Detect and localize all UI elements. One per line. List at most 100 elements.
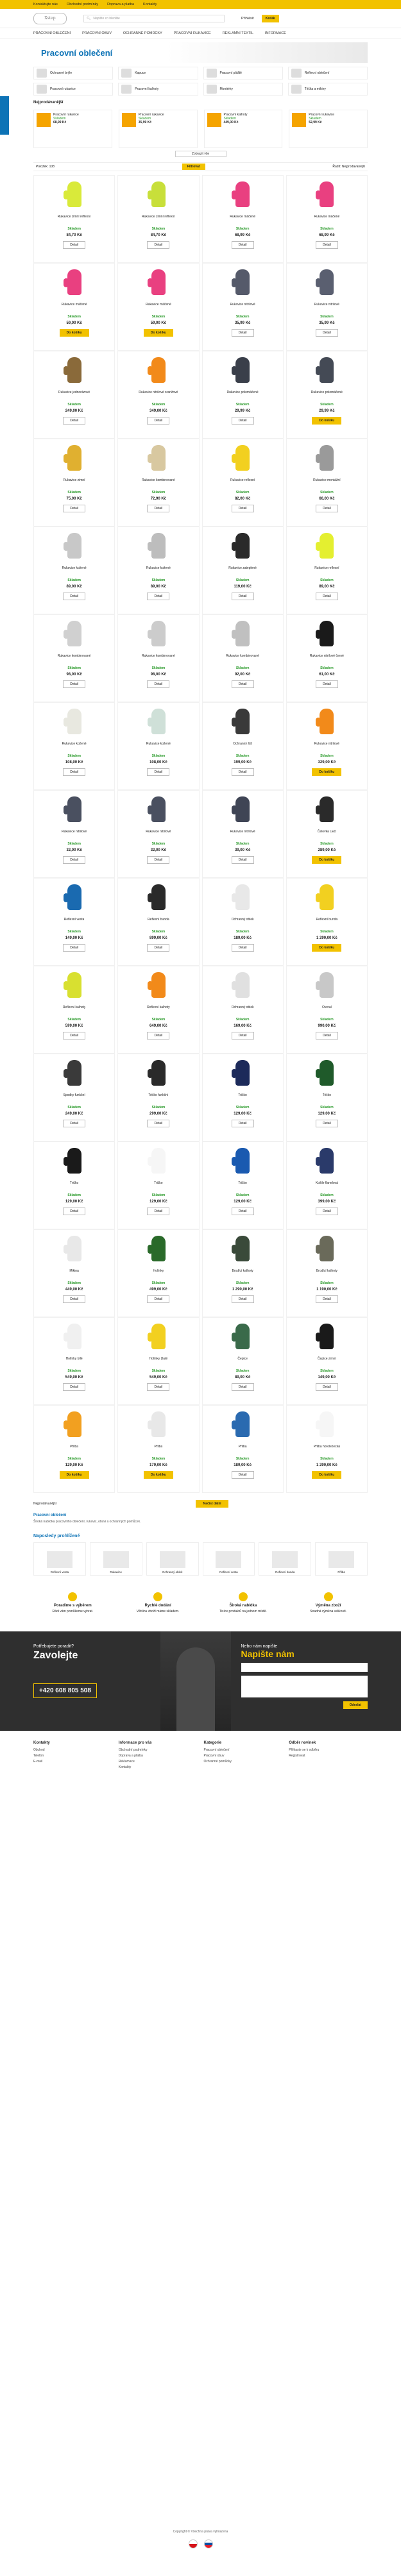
product-image[interactable] bbox=[223, 1320, 262, 1352]
product-image[interactable] bbox=[223, 442, 262, 474]
product-card[interactable]: Rukavice máčené Skladem 59,00 Kč Do košíku bbox=[117, 263, 200, 351]
product-name[interactable]: Čepice bbox=[237, 1356, 248, 1367]
product-image[interactable] bbox=[55, 881, 94, 913]
product-card[interactable]: Rukavice kožené Skladem 89,00 Kč Detail bbox=[33, 526, 115, 614]
product-image[interactable] bbox=[55, 530, 94, 562]
product-image[interactable] bbox=[55, 1233, 94, 1265]
product-card[interactable]: Přilba Skladem 189,00 Kč Detail bbox=[201, 1405, 284, 1493]
product-image[interactable] bbox=[55, 1145, 94, 1177]
detail-button[interactable]: Detail bbox=[147, 505, 170, 512]
add-to-cart-button[interactable]: Do košíku bbox=[143, 1471, 173, 1479]
product-image[interactable] bbox=[139, 705, 178, 737]
detail-button[interactable]: Detail bbox=[231, 505, 254, 512]
detail-button[interactable]: Detail bbox=[147, 1208, 170, 1215]
product-name[interactable]: Tričko bbox=[238, 1093, 246, 1103]
footer-link[interactable]: Registrovat bbox=[289, 1753, 368, 1759]
product-name[interactable]: Rukavice nitrilové bbox=[62, 829, 87, 839]
detail-button[interactable]: Detail bbox=[315, 241, 338, 249]
product-image[interactable] bbox=[307, 530, 346, 562]
product-card[interactable]: Rukavice máčené Skladem 68,99 Kč Detail bbox=[286, 175, 368, 263]
detail-button[interactable]: Detail bbox=[231, 1120, 254, 1127]
detail-button[interactable]: Detail bbox=[147, 856, 170, 864]
detail-button[interactable]: Detail bbox=[315, 1120, 338, 1127]
detail-button[interactable]: Detail bbox=[63, 1383, 86, 1391]
product-card[interactable]: Reflexní kalhoty Skladem 599,00 Kč Detail bbox=[33, 966, 115, 1054]
show-all-button[interactable]: Zobrazit vše bbox=[175, 151, 226, 157]
product-name[interactable]: Rukavice nitrilové oranžové bbox=[139, 390, 178, 400]
product-image[interactable] bbox=[223, 793, 262, 825]
product-name[interactable]: Rukavice zimní bbox=[64, 478, 85, 488]
product-image[interactable] bbox=[223, 354, 262, 386]
detail-button[interactable]: Detail bbox=[231, 1471, 254, 1479]
topbar-link[interactable]: Kontaktujte nás bbox=[33, 3, 58, 6]
nav-item[interactable]: REKLAMNÍ TEXTIL bbox=[223, 31, 253, 35]
topbar-link[interactable]: Kontakty bbox=[143, 3, 157, 6]
subcategory-tile[interactable]: Reflexní oblečení bbox=[287, 67, 368, 80]
product-image[interactable] bbox=[307, 881, 346, 913]
product-image[interactable] bbox=[223, 618, 262, 650]
detail-button[interactable]: Detail bbox=[315, 1383, 338, 1391]
nav-item[interactable]: INFORMACE bbox=[265, 31, 286, 35]
product-image[interactable] bbox=[223, 881, 262, 913]
footer-link[interactable]: Reklamace bbox=[119, 1759, 198, 1765]
sort-select[interactable]: Řadit: Nejprodávanější bbox=[332, 165, 365, 169]
product-card[interactable]: Rukavice máčené Skladem 59,00 Kč Do košíku bbox=[33, 263, 115, 351]
product-card[interactable]: Přilba horolezecká Skladem 1 290,00 Kč Do k… bbox=[286, 1405, 368, 1493]
product-card[interactable]: Rukavice kombinované Skladem 98,00 Kč Detai… bbox=[117, 614, 200, 702]
detail-button[interactable]: Detail bbox=[147, 417, 170, 425]
product-card[interactable]: Reflexní bunda Skladem 1 290,00 Kč Do košík… bbox=[286, 878, 368, 966]
footer-link[interactable]: E-mail bbox=[33, 1759, 112, 1765]
detail-button[interactable]: Detail bbox=[231, 1295, 254, 1303]
product-name[interactable]: Rukavice máčené bbox=[146, 302, 171, 312]
product-name[interactable]: Ochranný oblek bbox=[232, 917, 254, 927]
subcategory-tile[interactable]: Montérky bbox=[203, 83, 283, 96]
detail-button[interactable]: Detail bbox=[147, 241, 170, 249]
detail-button[interactable]: Detail bbox=[147, 1295, 170, 1303]
product-name[interactable]: Rukavice zimní reflexní bbox=[142, 214, 175, 224]
product-name[interactable]: Tričko bbox=[323, 1093, 331, 1103]
product-image[interactable] bbox=[55, 266, 94, 298]
product-card[interactable]: Spodky funkční Skladem 249,00 Kč Detail bbox=[33, 1054, 115, 1141]
filter-button[interactable]: Filtrovat bbox=[182, 164, 205, 170]
product-name[interactable]: Reflexní kalhoty bbox=[147, 1005, 170, 1015]
product-name[interactable]: Reflexní vesta bbox=[64, 917, 85, 927]
cart-button[interactable]: Košík bbox=[261, 14, 279, 22]
product-card[interactable]: Rukavice reflexní Skladem 89,00 Kč Detail bbox=[286, 526, 368, 614]
product-name[interactable]: Ochranný štít bbox=[233, 741, 252, 752]
detail-button[interactable]: Detail bbox=[147, 680, 170, 688]
product-image[interactable] bbox=[223, 1233, 262, 1265]
product-card[interactable]: Rukavice kožené Skladem 108,00 Kč Detail bbox=[33, 702, 115, 790]
email-field[interactable] bbox=[241, 1663, 368, 1672]
detail-button[interactable]: Detail bbox=[147, 768, 170, 776]
product-image[interactable] bbox=[307, 442, 346, 474]
detail-button[interactable]: Detail bbox=[315, 1295, 338, 1303]
product-card[interactable]: Rukavice nitrilové Skladem 35,99 Kč Detail bbox=[286, 263, 368, 351]
top-selling-item[interactable]: Pracovní rukavice Skladem 68,99 Kč bbox=[33, 110, 112, 148]
product-card[interactable]: Rukavice reflexní Skladem 82,00 Kč Detail bbox=[201, 439, 284, 526]
footer-link[interactable]: Pracovní oblečení bbox=[204, 1747, 283, 1753]
product-card[interactable]: Brodící kalhoty Skladem 1 290,00 Kč Detail bbox=[201, 1229, 284, 1317]
product-image[interactable] bbox=[223, 969, 262, 1001]
recent-product[interactable]: Reflexní vesta bbox=[202, 1542, 255, 1576]
product-name[interactable]: Rukavice máčené bbox=[230, 214, 255, 224]
product-card[interactable]: Rukavice zimní Skladem 75,00 Kč Detail bbox=[33, 439, 115, 526]
product-card[interactable]: Rukavice zimní reflexní Skladem 84,70 Kč De… bbox=[117, 175, 200, 263]
recent-product[interactable]: Reflexní vesta bbox=[33, 1542, 86, 1576]
detail-button[interactable]: Detail bbox=[231, 1383, 254, 1391]
product-card[interactable]: Holínky bílé Skladem 549,00 Kč Detail bbox=[33, 1317, 115, 1405]
detail-button[interactable]: Detail bbox=[147, 1120, 170, 1127]
product-image[interactable] bbox=[55, 969, 94, 1001]
product-card[interactable]: Rukavice kombinované Skladem 98,00 Kč Detai… bbox=[33, 614, 115, 702]
product-image[interactable] bbox=[307, 705, 346, 737]
product-name[interactable]: Rukavice montážní bbox=[313, 478, 341, 488]
detail-button[interactable]: Detail bbox=[315, 1032, 338, 1040]
flag-sk-icon[interactable] bbox=[203, 2539, 213, 2548]
product-name[interactable]: Rukavice nitrilové bbox=[230, 302, 255, 312]
product-name[interactable]: Přilba bbox=[70, 1444, 78, 1454]
product-card[interactable]: Rukavice nitrilové Skladem 39,00 Kč Detail bbox=[201, 790, 284, 878]
recent-product[interactable]: Ochranný oblek bbox=[146, 1542, 199, 1576]
detail-button[interactable]: Detail bbox=[63, 1208, 86, 1215]
detail-button[interactable]: Detail bbox=[231, 1032, 254, 1040]
flag-cz-icon[interactable] bbox=[188, 2539, 198, 2548]
product-image[interactable] bbox=[223, 178, 262, 210]
